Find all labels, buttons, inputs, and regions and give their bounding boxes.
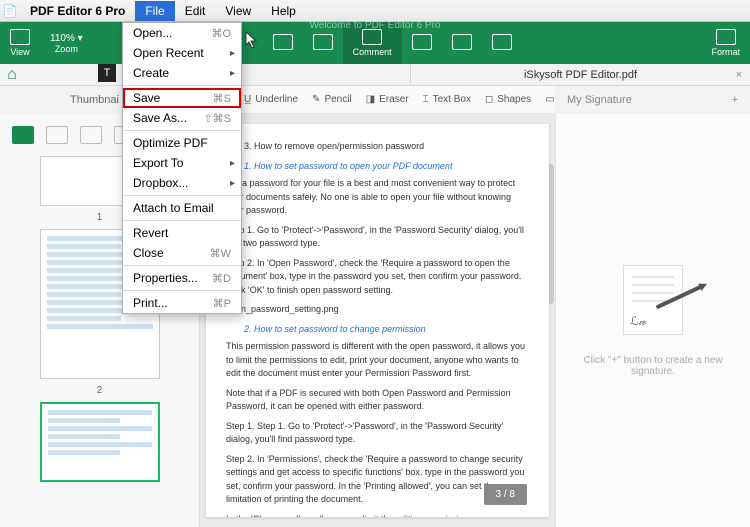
underline-tool[interactable]: U̲Underline [244, 94, 298, 105]
home-icon[interactable]: ⌂ [0, 66, 24, 84]
pencil-tool[interactable]: ✎Pencil [312, 94, 352, 105]
menu-save[interactable]: Save⌘S [123, 88, 241, 108]
para-9: In the 'Changes allowed', you can limit … [226, 513, 529, 518]
edit-tool[interactable] [263, 22, 303, 64]
thumbnail-num-2: 2 [0, 385, 199, 396]
page-tool[interactable] [442, 22, 482, 64]
signature-panel: ℒ𝓌 Click "+" button to create a new sign… [555, 114, 750, 527]
menu-edit[interactable]: Edit [175, 1, 216, 21]
para-2: Step 1. Go to 'Protect'->'Password', in … [226, 224, 529, 251]
menu-export[interactable]: Export To [123, 153, 241, 173]
document-view[interactable]: 3. How to remove open/permission passwor… [200, 114, 555, 527]
format-tool[interactable]: Format [701, 22, 750, 64]
menu-revert[interactable]: Revert [123, 223, 241, 243]
content-area: 1 2 3. How to remove open/permission pas… [0, 114, 750, 527]
app-icon: 📄 [0, 4, 20, 18]
para-7: Step 1. Step 1. Go to 'Protect'->'Passwo… [226, 420, 529, 447]
zoom-tool[interactable]: 110% ▾Zoom [40, 22, 93, 64]
eraser-tool[interactable]: ◨Eraser [366, 94, 409, 105]
mac-menubar: 📄 PDF Editor 6 Pro File Edit View Help [0, 0, 750, 22]
menu-close[interactable]: Close⌘W [123, 243, 241, 263]
menu-print[interactable]: Print...⌘P [123, 293, 241, 313]
signature-hint: Click "+" button to create a new signatu… [570, 355, 736, 377]
textbox-tool[interactable]: ⌶Text Box [423, 94, 471, 105]
signature-header: My Signature + [555, 86, 750, 114]
document-tabbar: ⌂ T iSkysoft PDF Editor.pdf × [0, 64, 750, 86]
thumbnail-page-3[interactable] [40, 402, 160, 482]
cursor-pointer-icon [243, 30, 261, 57]
close-tab-icon[interactable]: × [736, 69, 742, 81]
outline-view-icon[interactable] [80, 126, 102, 144]
document-page: 3. How to remove open/permission passwor… [206, 124, 549, 517]
para-1: Set a password for your file is a best a… [226, 177, 529, 218]
crop-tool[interactable] [482, 22, 522, 64]
menu-save-as[interactable]: Save As...⇧⌘S [123, 108, 241, 128]
document-tab[interactable]: iSkysoft PDF Editor.pdf × [410, 64, 750, 85]
signature-placeholder-icon: ℒ𝓌 [608, 265, 698, 335]
shapes-tool[interactable]: ◻Shapes [485, 94, 531, 105]
add-signature-button[interactable]: + [732, 94, 738, 106]
menu-view[interactable]: View [215, 1, 261, 21]
para-3: Step 2. In 'Open Password', check the 'R… [226, 257, 529, 298]
edit-toolbar: Thumbnai U̲Underline ✎Pencil ◨Eraser ⌶Te… [0, 86, 750, 114]
page-counter: 3 / 8 [484, 484, 527, 505]
file-dropdown: Open...⌘O Open Recent Create Save⌘S Save… [122, 22, 242, 314]
view-tool[interactable]: View [0, 22, 40, 64]
menu-file[interactable]: File [135, 1, 174, 21]
para-6: Note that if a PDF is secured with both … [226, 387, 529, 414]
menu-optimize[interactable]: Optimize PDF [123, 133, 241, 153]
thumbnail-view-icon[interactable] [12, 126, 34, 144]
text-tool-marker[interactable]: T [98, 64, 116, 82]
menu-create[interactable]: Create [123, 63, 241, 83]
app-name: PDF Editor 6 Pro [20, 1, 135, 21]
toc-line: 3. How to remove open/permission passwor… [244, 140, 529, 154]
heading-2: 2. How to set password to change permiss… [244, 323, 529, 337]
welcome-title: Welcome to PDF Editor 6 Pro [310, 20, 441, 31]
menu-open[interactable]: Open...⌘O [123, 23, 241, 43]
para-5: This permission password is different wi… [226, 340, 529, 381]
para-4: open_password_setting.png [226, 303, 529, 317]
menu-help[interactable]: Help [261, 1, 306, 21]
main-toolbar: Welcome to PDF Editor 6 Pro View 110% ▾Z… [0, 22, 750, 64]
menu-properties[interactable]: Properties...⌘D [123, 268, 241, 288]
menu-open-recent[interactable]: Open Recent [123, 43, 241, 63]
heading-1: 1. How to set password to open your PDF … [244, 160, 529, 174]
menu-dropbox[interactable]: Dropbox... [123, 173, 241, 193]
menu-attach-email[interactable]: Attach to Email [123, 198, 241, 218]
bookmark-view-icon[interactable] [46, 126, 68, 144]
